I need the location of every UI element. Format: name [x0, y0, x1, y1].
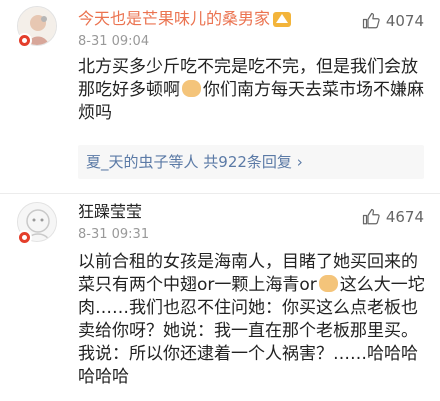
crown-icon — [273, 12, 292, 27]
reply-names[interactable]: 夏_天的虫子等人 — [86, 153, 199, 171]
timestamp: 8-31 09:04 — [78, 34, 150, 49]
like-button[interactable]: 4674 — [362, 208, 424, 226]
username-text[interactable]: 今天也是芒果味儿的桑男家 — [78, 9, 270, 28]
username-text[interactable]: 狂躁莹莹 — [78, 202, 142, 221]
reply-count[interactable]: 共922条回复 — [203, 153, 292, 171]
username[interactable]: 狂躁莹莹 — [78, 202, 142, 222]
thumbs-up-icon — [362, 208, 380, 225]
comment-text: 以前合租的女孩是海南人，目睹了她买回来的菜只有两个中翅or一颗上海青or 这么大一… — [78, 251, 428, 389]
username[interactable]: 今天也是芒果味儿的桑男家 — [78, 9, 292, 29]
like-count: 4674 — [385, 208, 424, 226]
reply-summary[interactable]: 夏_天的虫子等人 共922条回复 › — [78, 145, 424, 179]
timestamp: 8-31 09:31 — [78, 227, 150, 242]
comment-text: 北方买多少斤吃不完是吃不完，但是我们会放那吃好多顿啊 你们南方每天去菜市场不嫌麻烦… — [78, 56, 428, 125]
verified-badge-icon — [17, 33, 32, 48]
chevron-right-icon: › — [296, 153, 303, 171]
thumbs-up-icon — [362, 12, 380, 29]
like-count: 4074 — [385, 12, 424, 30]
emoji-icon — [318, 275, 338, 292]
comment-2: 狂躁莹莹 8-31 09:31 4674 以前合租的女孩是海南人，目睹了她买回来… — [0, 194, 440, 401]
like-button[interactable]: 4074 — [362, 12, 424, 30]
comment-1: 今天也是芒果味儿的桑男家 8-31 09:04 4074 北方买多少斤吃不完是吃… — [0, 0, 440, 194]
verified-badge-icon — [17, 230, 32, 245]
emoji-icon — [182, 80, 201, 97]
